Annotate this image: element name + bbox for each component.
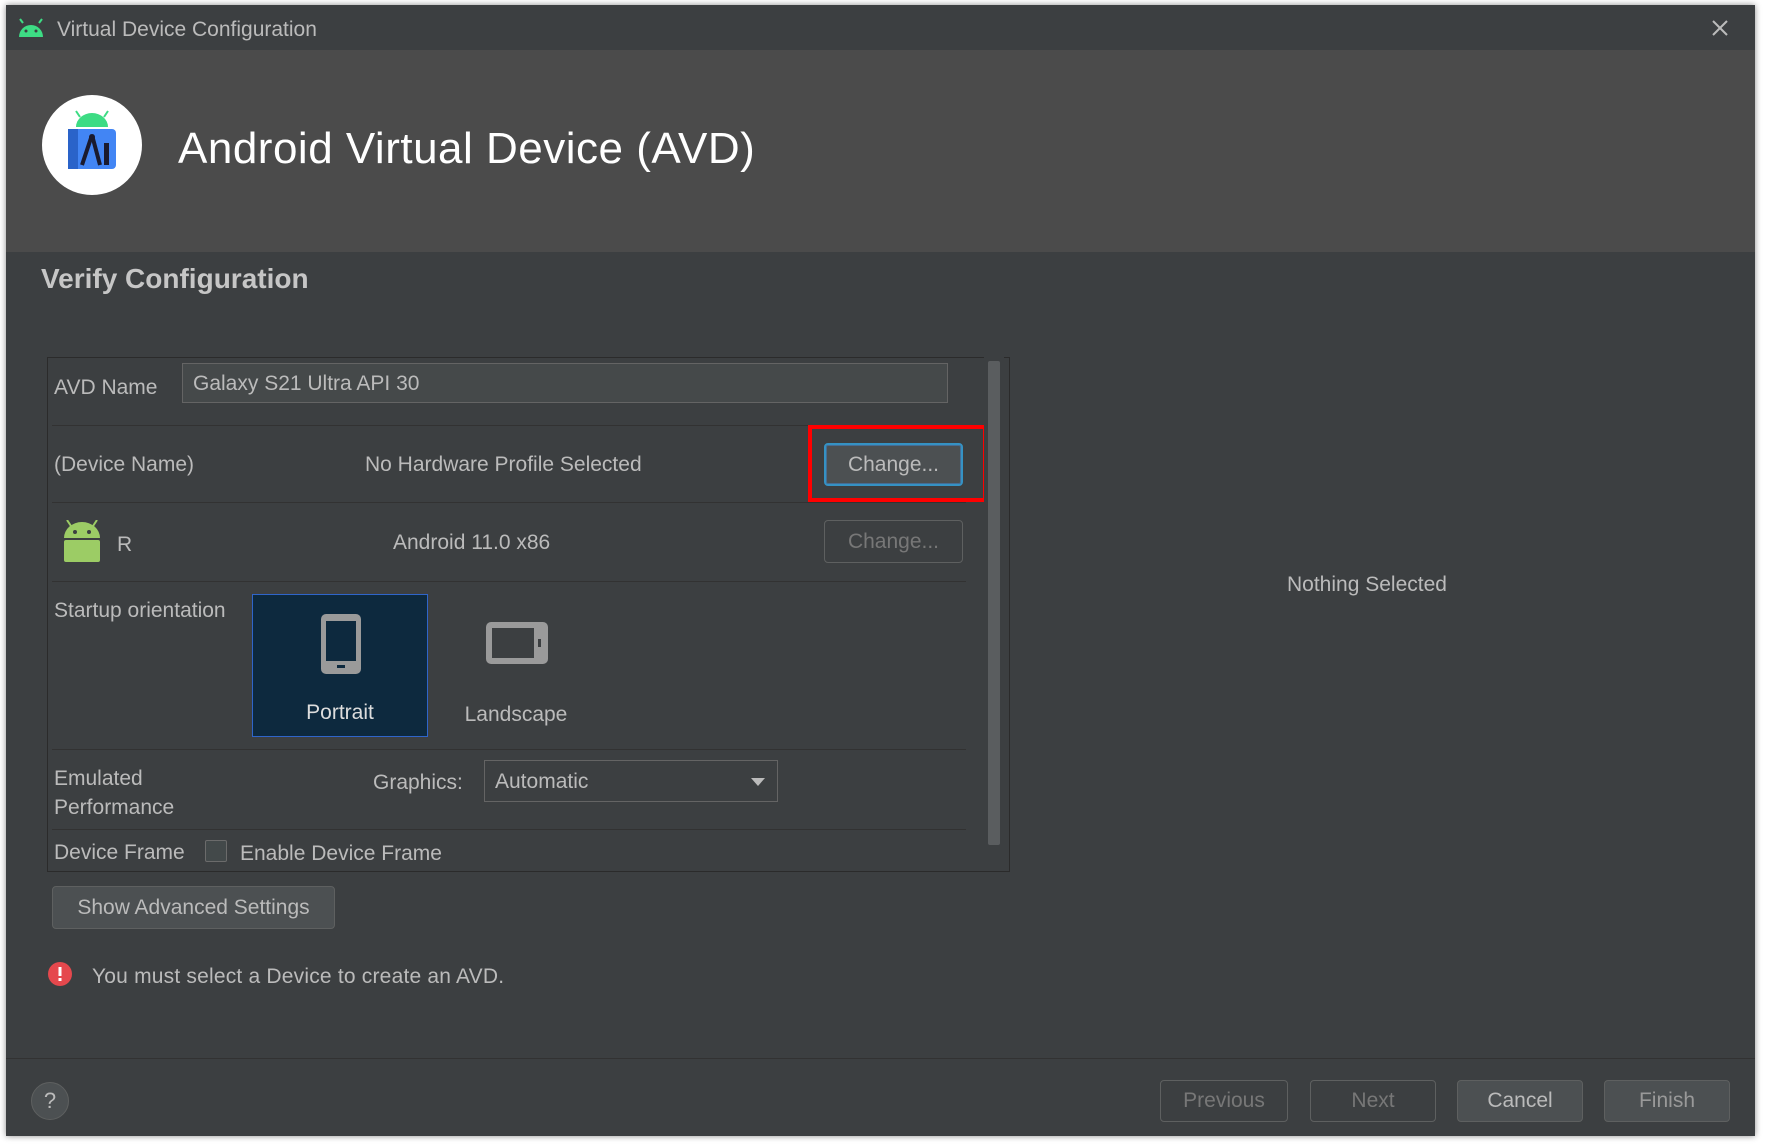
divider	[52, 829, 966, 830]
error-message: You must select a Device to create an AV…	[92, 965, 505, 988]
emulated-performance-label-line1: Emulated	[54, 767, 143, 790]
device-frame-label: Device Frame	[54, 841, 185, 864]
android-icon	[19, 18, 43, 37]
portrait-label: Portrait	[306, 701, 374, 724]
system-image-value: Android 11.0 x86	[393, 531, 551, 554]
change-device-button[interactable]: Change...	[824, 443, 963, 486]
system-image-label: R	[117, 533, 133, 556]
nothing-selected-message: Nothing Selected	[1287, 573, 1447, 596]
cancel-button[interactable]: Cancel	[1457, 1080, 1583, 1122]
divider	[52, 425, 966, 426]
portrait-option[interactable]: Portrait	[252, 594, 428, 737]
show-advanced-settings-button[interactable]: Show Advanced Settings	[52, 886, 335, 929]
next-button[interactable]: Next	[1310, 1080, 1436, 1122]
change-system-image-button[interactable]: Change...	[824, 520, 963, 563]
close-icon[interactable]	[1705, 13, 1735, 43]
finish-button[interactable]: Finish	[1604, 1080, 1730, 1122]
startup-orientation-label: Startup orientation	[54, 599, 226, 622]
avd-name-label: AVD Name	[54, 376, 158, 399]
landscape-label: Landscape	[464, 703, 568, 726]
landscape-option[interactable]: Landscape	[428, 594, 604, 737]
footer-divider	[6, 1058, 1755, 1059]
window-title: Virtual Device Configuration	[57, 18, 317, 41]
banner-title: Android Virtual Device (AVD)	[178, 124, 756, 173]
panel-scrollbar-thumb[interactable]	[988, 361, 1000, 845]
header-banner: Android Virtual Device (AVD)	[6, 50, 1755, 252]
emulated-performance-label-line2: Performance	[54, 796, 175, 819]
enable-device-frame-label[interactable]: Enable Device Frame	[240, 842, 442, 866]
divider	[52, 749, 966, 750]
enable-device-frame-checkbox[interactable]	[205, 840, 227, 862]
divider	[52, 581, 966, 582]
android-studio-icon	[68, 110, 116, 169]
graphics-dropdown[interactable]: Automatic	[484, 760, 778, 802]
error-icon	[48, 962, 72, 986]
section-title: Verify Configuration	[41, 263, 309, 294]
android-studio-logo	[42, 95, 142, 195]
chevron-down-icon	[751, 778, 765, 786]
graphics-dropdown-value: Automatic	[495, 770, 589, 793]
help-button[interactable]: ?	[31, 1082, 69, 1120]
android-icon	[64, 520, 100, 562]
divider	[52, 502, 966, 503]
landscape-phone-icon	[486, 622, 548, 664]
avd-name-field[interactable]: Galaxy S21 Ultra API 30	[182, 363, 948, 403]
previous-button[interactable]: Previous	[1160, 1080, 1288, 1122]
title-bar: Virtual Device Configuration	[6, 5, 1755, 50]
device-value: No Hardware Profile Selected	[365, 453, 642, 476]
device-name-label: (Device Name)	[54, 453, 195, 476]
portrait-phone-icon	[321, 614, 361, 674]
graphics-label: Graphics:	[373, 771, 463, 794]
